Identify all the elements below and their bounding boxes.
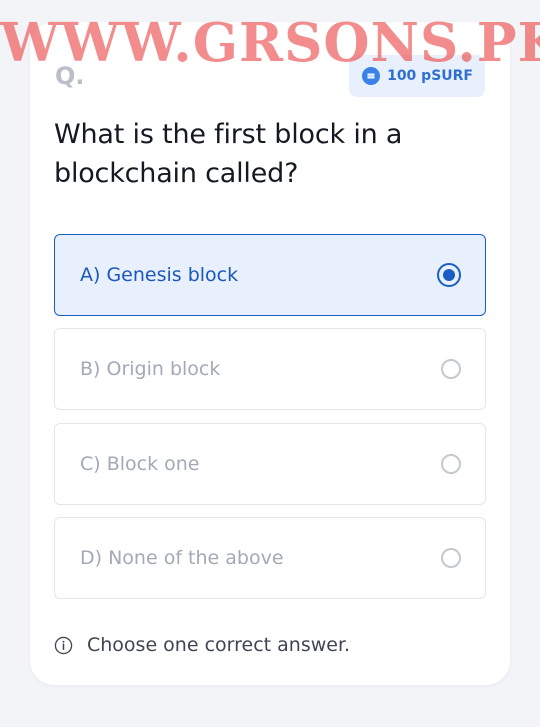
option-label: D) None of the above (80, 547, 284, 569)
radio-selected-icon[interactable] (437, 263, 461, 287)
option-a[interactable]: A) Genesis block (54, 234, 486, 316)
reward-badge: 100 pSURF (349, 55, 485, 97)
question-marker: Q. (55, 62, 85, 90)
option-label: B) Origin block (80, 358, 221, 380)
question-text: What is the first block in a blockchain … (54, 119, 403, 189)
answer-hint: Choose one correct answer. (54, 634, 350, 656)
option-label: C) Block one (80, 453, 200, 475)
option-label: A) Genesis block (80, 264, 239, 286)
hint-text: Choose one correct answer. (87, 634, 351, 656)
quiz-card: Q. 100 pSURF What is the first block in … (30, 22, 510, 685)
radio-unselected-icon[interactable] (441, 359, 461, 379)
option-c[interactable]: C) Block one (54, 423, 486, 505)
radio-unselected-icon[interactable] (441, 548, 461, 568)
radio-unselected-icon[interactable] (441, 454, 461, 474)
option-b[interactable]: B) Origin block (54, 328, 486, 410)
coin-icon (362, 67, 381, 85)
option-d[interactable]: D) None of the above (54, 517, 486, 599)
reward-amount: 100 pSURF (387, 68, 473, 84)
info-icon (54, 636, 73, 654)
